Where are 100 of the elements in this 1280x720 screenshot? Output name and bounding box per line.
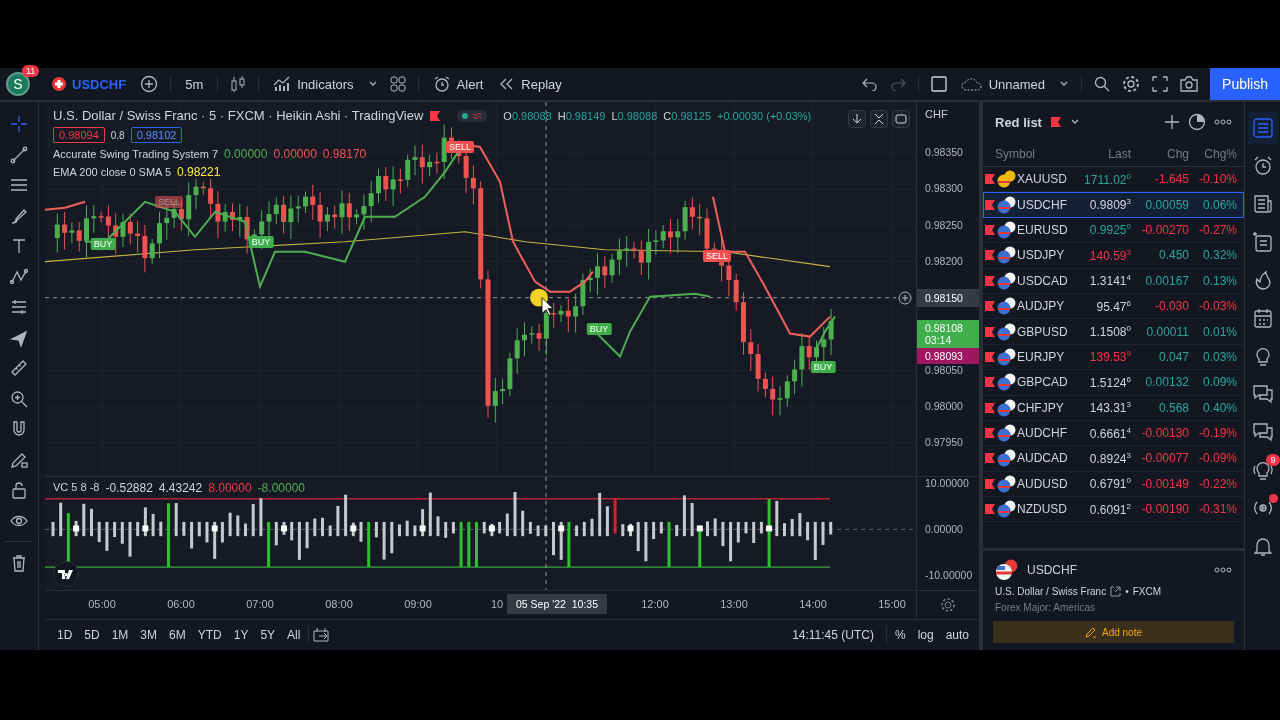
- symbol-text: XAUUSD: [1017, 172, 1068, 187]
- watchlist-row[interactable]: AUDCHF 0.6661$^{4}$ -0.00130 -0.19%: [983, 420, 1244, 447]
- chat-icon[interactable]: [1251, 421, 1274, 443]
- trendline-icon[interactable]: [9, 144, 29, 165]
- watchlist-row[interactable]: AUDCAD 0.8924$^{3}$ -0.00077 -0.09%: [983, 446, 1244, 472]
- change-value: 0.00167: [1144, 273, 1189, 288]
- chat-icon[interactable]: [1251, 383, 1274, 405]
- square-icon[interactable]: [930, 76, 947, 92]
- range-button[interactable]: 1M: [107, 626, 133, 645]
- camera-icon[interactable]: [1180, 76, 1199, 92]
- replay-button[interactable]: Replay: [497, 76, 564, 92]
- change-percent: -0.10%: [1197, 172, 1237, 187]
- flag-icon: [985, 249, 995, 262]
- settings-icon[interactable]: [1122, 75, 1141, 93]
- templates-icon[interactable]: [389, 76, 406, 92]
- fullscreen-icon[interactable]: [1152, 76, 1169, 92]
- last-price: 0.8924$^{3}$: [1088, 451, 1131, 466]
- symbol-text: EURUSD: [1017, 222, 1069, 237]
- more-icon[interactable]: [1214, 567, 1232, 573]
- currency-flags-icon: [997, 373, 1017, 392]
- range-button[interactable]: 1D: [53, 626, 77, 645]
- ruler-icon[interactable]: [9, 358, 29, 378]
- logo-icon[interactable]: [53, 561, 79, 588]
- pie-chart-icon[interactable]: [1188, 113, 1206, 131]
- maximize-icon[interactable]: [892, 110, 910, 128]
- time-tick: 15:00: [878, 598, 906, 611]
- currency-selector[interactable]: CHF: [925, 108, 948, 120]
- lock-icon[interactable]: [9, 480, 29, 500]
- watchlist-row[interactable]: AUDJPY 95.47$^{6}$ -0.030 -0.03%: [983, 293, 1244, 320]
- sell-price-button[interactable]: 0.98094: [53, 127, 105, 143]
- watchlist-row[interactable]: CHFJPY 143.31$^{3}$ 0.568 0.40%: [983, 395, 1244, 421]
- price-tick: 0.98250: [925, 218, 963, 231]
- undo-icon[interactable]: [861, 77, 878, 91]
- range-button[interactable]: 1Y: [229, 626, 253, 645]
- watchlist-row[interactable]: EURJPY 139.53$^{9}$ 0.047 0.03%: [983, 344, 1244, 371]
- spread-value: 0.8: [110, 129, 125, 141]
- symbol-button[interactable]: USDCHF: [50, 76, 129, 92]
- live-dot-icon: [1268, 494, 1278, 503]
- more-icon[interactable]: [1214, 119, 1232, 125]
- watchlist-row[interactable]: NZDUSD 0.6091$^{2}$ -0.00190 -0.31%: [983, 497, 1244, 523]
- candles-icon[interactable]: [230, 75, 247, 93]
- symbol-text: GBPCAD: [1017, 375, 1069, 390]
- search-icon[interactable]: [1094, 76, 1111, 92]
- scale-button[interactable]: auto: [941, 626, 973, 645]
- pattern-icon[interactable]: [9, 266, 29, 287]
- settings-icon[interactable]: [940, 597, 956, 614]
- range-button[interactable]: 5Y: [256, 626, 280, 645]
- currency-flags-icon: [997, 271, 1017, 290]
- column-header[interactable]: Last: [1075, 147, 1131, 161]
- add-icon[interactable]: [898, 291, 912, 305]
- range-button[interactable]: 5D: [80, 626, 104, 645]
- watchlist-row[interactable]: GBPCAD 1.5124$^{6}$ 0.00132 0.09%: [983, 370, 1244, 396]
- idea-stream-icon[interactable]: [1251, 459, 1274, 481]
- scale-button[interactable]: %: [890, 626, 910, 645]
- add-icon[interactable]: [140, 75, 159, 93]
- calendar-icon[interactable]: [1251, 307, 1274, 329]
- flag-icon: [1049, 116, 1062, 128]
- instrument-link[interactable]: U.S. Dollar / Swiss Franc: [995, 586, 1107, 597]
- crosshair-icon[interactable]: [9, 114, 29, 134]
- clock-text[interactable]: 14:11:45 (UTC): [792, 628, 874, 643]
- currency-flags-icon: [997, 449, 1017, 468]
- interval-button[interactable]: 5m: [183, 76, 206, 92]
- date-range-icon[interactable]: [313, 627, 332, 644]
- mouse-cursor-icon: [530, 288, 554, 316]
- watchlist-row[interactable]: USDJPY 140.59$^{3}$ 0.450 0.32%: [983, 243, 1244, 269]
- ohlc-value: O0.98088: [503, 109, 552, 122]
- measure-lines-icon[interactable]: [9, 297, 29, 317]
- add-note-button[interactable]: Add note: [993, 621, 1234, 643]
- watchlist-row[interactable]: USDCAD 1.3141$^{4}$ 0.00167 0.13%: [983, 268, 1244, 294]
- indicators-button[interactable]: Indicators: [271, 76, 356, 92]
- news-icon[interactable]: [1251, 193, 1274, 215]
- price-change: +0.00030 (+0.03%): [717, 109, 812, 122]
- list-icon[interactable]: [1251, 117, 1274, 139]
- watchlist-row[interactable]: AUDUSD 0.6791$^{0}$ -0.00149 -0.22%: [983, 471, 1244, 498]
- buy-price-button[interactable]: 0.98102: [130, 127, 183, 143]
- range-button[interactable]: 6M: [165, 626, 190, 645]
- column-header[interactable]: Chg: [1131, 147, 1189, 161]
- layout-button[interactable]: Unnamed: [958, 76, 1048, 92]
- watchlist-title[interactable]: Red list: [995, 114, 1042, 130]
- notes-icon[interactable]: [1251, 231, 1274, 253]
- add-icon[interactable]: [1164, 114, 1180, 130]
- collapse-icon[interactable]: [870, 110, 888, 128]
- status-pill[interactable]: [457, 109, 488, 122]
- range-button[interactable]: 3M: [136, 626, 162, 645]
- zoom-icon[interactable]: [9, 388, 29, 409]
- alert-button[interactable]: Alert: [430, 75, 486, 93]
- bell-icon[interactable]: [1251, 535, 1274, 557]
- change-percent: 0.06%: [1201, 197, 1237, 212]
- range-button[interactable]: All: [283, 626, 305, 645]
- publish-button[interactable]: Publish: [1210, 68, 1280, 100]
- column-header[interactable]: Chg%: [1189, 147, 1237, 161]
- scale-button[interactable]: log: [913, 626, 938, 645]
- column-header[interactable]: Symbol: [983, 147, 1075, 161]
- watchlist-row[interactable]: GBPUSD 1.1508$^{0}$ 0.00011 0.01%: [983, 319, 1244, 345]
- change-percent: 0.03%: [1201, 349, 1237, 364]
- external-link-icon[interactable]: [1110, 586, 1122, 597]
- watchlist-row[interactable]: EURUSD 0.9925$^{0}$ -0.00270 -0.27%: [983, 217, 1244, 244]
- range-button[interactable]: YTD: [193, 626, 226, 645]
- watchlist-row[interactable]: USDCHF 0.9809$^{3}$ 0.00059 0.06%: [983, 192, 1244, 218]
- last-price: 1.1508$^{0}$: [1088, 324, 1131, 340]
